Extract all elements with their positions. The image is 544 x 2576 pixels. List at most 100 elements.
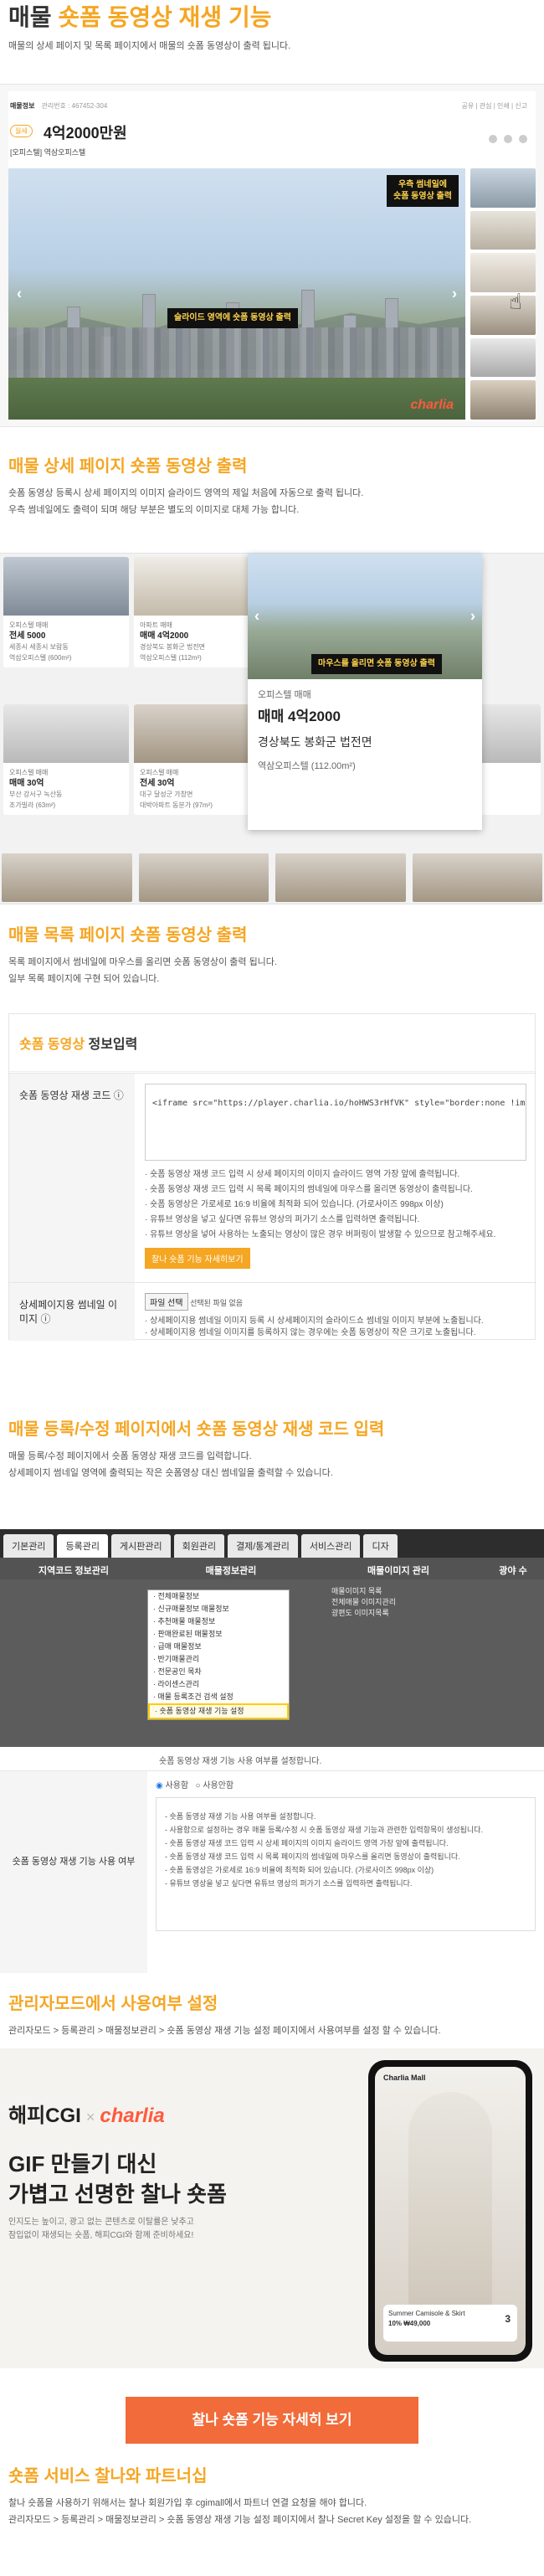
slider-prev-icon[interactable]: ‹ [17, 286, 22, 303]
list-card-image[interactable] [2, 853, 132, 902]
section-list-desc: 목록 페이지에서 썸네일에 마우스를 올리면 숏폼 동영상이 출력 됩니다. 일부… [8, 957, 277, 984]
code-notes: · 숏폼 동영상 재생 코드 입력 시 상세 페이지의 이미지 슬라이드 영역 … [145, 1170, 496, 1239]
thumbnail[interactable] [470, 253, 536, 293]
section-partner: 숏폼 서비스 찰나와 파트너십 찰나 숏폼을 사용하기 위해서는 찰나 회원가입… [0, 2462, 544, 2528]
section-detail-title: 매물 상세 페이지 숏폼 동영상 출력 [8, 457, 248, 476]
heart-icon[interactable] [504, 135, 512, 143]
thumbnail[interactable] [470, 210, 536, 250]
code-row: 숏폼 동영상 재생 코드 ⓘ <iframe src="https://play… [9, 1073, 536, 1282]
short-video-code-input[interactable]: <iframe src="https://player.charlia.io/h… [145, 1084, 526, 1161]
menu-item[interactable]: 전문공인 목차 [148, 1666, 289, 1678]
list-card-image [3, 704, 129, 763]
admin-tab[interactable]: 디자 [363, 1534, 398, 1558]
admin-breadcrumb: 숏폼 동영상 재생 기능 사용 여부를 설정합니다. [159, 1757, 322, 1766]
hover-tag: 마우스를 올리면 숏폼 동영상 출력 [311, 654, 442, 674]
promo-headline: GIF 만들기 대신 가볍고 선명한 찰나 숏폼 [8, 2151, 227, 2207]
list-card[interactable]: 오피스텔 매매 매매 30억 부산 강서구 녹산동 조가빌라 (63m²) [3, 704, 129, 815]
help-icon[interactable]: ⓘ [114, 1090, 124, 1101]
promo-banner: 해피CGI × charlia GIF 만들기 대신 가볍고 선명한 찰나 숏폼 인지… [0, 2048, 544, 2368]
admin-tab-active[interactable]: 등록관리 [57, 1534, 108, 1558]
list-card-image [134, 704, 259, 763]
feature-detail-button[interactable]: 찰나 숏폼 기능 자세히 보기 [126, 2397, 418, 2444]
image-menu: 매물이미지 목록 전체매물 이미지관리 광편도 이미지목록 [331, 1587, 397, 1617]
phone-mockup: Charlia Mall Summer Camisole & Skirt 10%… [368, 2060, 532, 2362]
menu-item[interactable]: 라이센스관리 [148, 1678, 289, 1691]
menu-item[interactable]: 매물 등록조건 검색 설정 [148, 1691, 289, 1703]
section-form-desc: 매물 등록/수정 페이지에서 숏폼 동영상 재생 코드를 입력합니다. 상세페이지… [8, 1451, 333, 1478]
admin-tab[interactable]: 게시판관리 [110, 1534, 171, 1558]
list-bottom-row [0, 853, 544, 902]
admin-tab[interactable]: 회원관리 [173, 1534, 225, 1558]
section-admin: 관리자모드에서 사용여부 설정 관리자모드 > 등록관리 > 매물정보관리 > … [0, 1990, 544, 2039]
section-form-title: 매물 등록/수정 페이지에서 숏폼 동영상 재생 코드 입력 [8, 1420, 385, 1439]
page-title: 매물 숏폼 동영상 재생 기능 [8, 4, 272, 30]
thumb-row: 상세페이지용 썸네일 이미지 ⓘ 파일 선택 선택된 파일 없음 · 상세페이지… [9, 1282, 536, 1341]
hovered-card-video[interactable]: 마우스를 올리면 숏폼 동영상 출력 ‹ › [248, 554, 482, 679]
thumbnail[interactable] [470, 296, 536, 335]
detail-crumbs: 매물정보 관리번호 : 467452-304 [10, 102, 108, 110]
print-icon[interactable] [519, 135, 527, 143]
detail-tools[interactable]: 공유 | 관심 | 인쇄 | 신고 [462, 101, 527, 111]
section-partner-title: 숏폼 서비스 찰나와 파트너십 [8, 2467, 208, 2486]
radio-on-icon[interactable]: ◉ [156, 1781, 163, 1790]
detail-type: [오피스텔] 역삼오피스텔 [10, 148, 86, 157]
slider-next-icon[interactable]: › [452, 286, 457, 303]
thumbnail-video[interactable] [470, 168, 536, 208]
card-next-icon[interactable]: › [470, 608, 475, 626]
list-card[interactable]: 아파트 매매 매매 4억2000 경상북도 봉화군 법전면 역삼오피스텔 (11… [134, 557, 259, 667]
hovered-card-type: 오피스텔 매매 [258, 690, 311, 700]
list-card-image[interactable] [275, 853, 406, 902]
model-figure [408, 2092, 492, 2310]
list-card-image[interactable] [412, 853, 542, 902]
section-list: 매물 목록 페이지 숏폼 동영상 출력 목록 페이지에서 썸네일에 마우스를 올… [0, 921, 544, 987]
section-detail-desc: 숏폼 동영상 등록시 상세 페이지의 이미지 슬라이드 영역의 제일 처음에 자… [8, 488, 364, 515]
section-detail: 매물 상세 페이지 숏폼 동영상 출력 숏폼 동영상 등록시 상세 페이지의 이… [0, 452, 544, 518]
menu-item[interactable]: 전체매물정보 [148, 1590, 289, 1603]
section-list-title: 매물 목록 페이지 숏폼 동영상 출력 [8, 926, 248, 945]
guide-button[interactable]: 찰나 숏폼 기능 자세히보기 [145, 1248, 250, 1269]
hovered-card-price: 매매 4억2000 [258, 708, 341, 724]
thumbnail[interactable] [470, 337, 536, 378]
menu-item[interactable]: 반기매물관리 [148, 1653, 289, 1666]
page-subtitle: 매물의 상세 페이지 및 목록 페이지에서 매물의 숏폼 동영상이 출력 됩니다… [8, 41, 291, 51]
deal-badge: 월세 [10, 125, 33, 137]
thumb-notes: · 상세페이지용 썸네일 이미지 등록 시 상세페이지의 슬라이드쇼 썸네일 이… [145, 1316, 484, 1337]
list-card-image [3, 557, 129, 616]
hovered-card-size: 역삼오피스텔 (112.00m²) [258, 761, 356, 771]
menu-item[interactable]: 판매완료된 매물정보 [148, 1628, 289, 1641]
menu-item-selected[interactable]: 숏폼 동영상 재생 기능 설정 [148, 1703, 289, 1719]
admin-subnav: 지역코드 정보관리 매물정보관리 매물이미지 관리 광야 수 [0, 1558, 544, 1579]
list-card-image[interactable] [138, 853, 269, 902]
admin-tab[interactable]: 기본관리 [3, 1534, 54, 1558]
slide-tag: 슬라이드 영역에 숏폼 동영상 출력 [167, 308, 298, 328]
list-card[interactable]: 오피스텔 매매 전세 5000 세종시 세종시 보람동 역삼오피스텔 (600m… [3, 557, 129, 667]
menu-item[interactable]: 급매 매물정보 [148, 1641, 289, 1653]
help-icon[interactable]: ⓘ [40, 1313, 50, 1325]
radio-group: ◉ 사용함 ○ 사용안함 [156, 1781, 234, 1790]
thumb-label: 상세페이지용 썸네일 이미지 ⓘ [9, 1283, 135, 1341]
detail-price: 4억2000만원 [44, 125, 127, 142]
setting-label: 숏폼 동영상 재생 기능 사용 여부 [0, 1771, 147, 1973]
list-card[interactable]: 오피스텔 매매 전세 30억 대구 달성군 가창면 대박아파트 동분가 (97m… [134, 704, 259, 815]
list-page-preview: 오피스텔 매매 전세 5000 세종시 세종시 보람동 역삼오피스텔 (600m… [0, 553, 544, 904]
thumbnail[interactable] [470, 380, 536, 420]
admin-tab-bar: 기본관리 등록관리 게시판관리 회원관리 결제/통계관리 서비스관리 디자 [0, 1529, 544, 1558]
form-heading: 숏폼 동영상 정보입력 [9, 1014, 535, 1072]
hovered-list-card[interactable]: 마우스를 올리면 숏폼 동영상 출력 ‹ › 오피스텔 매매 매매 4억2000… [248, 554, 482, 830]
detail-card: 매물정보 관리번호 : 467452-304 공유 | 관심 | 인쇄 | 신고 … [8, 91, 536, 421]
radio-off-icon[interactable]: ○ [195, 1781, 200, 1790]
tree-line [8, 378, 465, 420]
menu-item[interactable]: 추천매물 매물정보 [148, 1615, 289, 1628]
pointer-hand-icon: ☝ [509, 289, 522, 314]
promo-body: 인지도는 높이고, 광고 없는 콘텐츠로 이탈률은 낮추고 잠입없이 재생되는 숏… [8, 2218, 194, 2240]
card-prev-icon[interactable]: ‹ [254, 608, 259, 626]
charlia-logo: charlia [410, 398, 454, 412]
menu-item[interactable]: 신규매물정보 매물정보 [148, 1603, 289, 1615]
admin-tab[interactable]: 서비스관리 [300, 1534, 361, 1558]
page: 매물 숏폼 동영상 재생 기능 매물의 상세 페이지 및 목록 페이지에서 매물… [0, 0, 544, 2576]
share-icon[interactable] [489, 135, 497, 143]
section-partner-desc: 찰나 숏폼을 사용하기 위해서는 찰나 회원가입 후 cgimall에서 파트너… [8, 2498, 472, 2525]
admin-tab[interactable]: 결제/통계관리 [228, 1534, 298, 1558]
file-select-button[interactable]: 파일 선택 [145, 1293, 188, 1311]
phone-product-card[interactable]: Summer Camisole & Skirt 10% ₩49,000 3 [383, 2305, 517, 2342]
